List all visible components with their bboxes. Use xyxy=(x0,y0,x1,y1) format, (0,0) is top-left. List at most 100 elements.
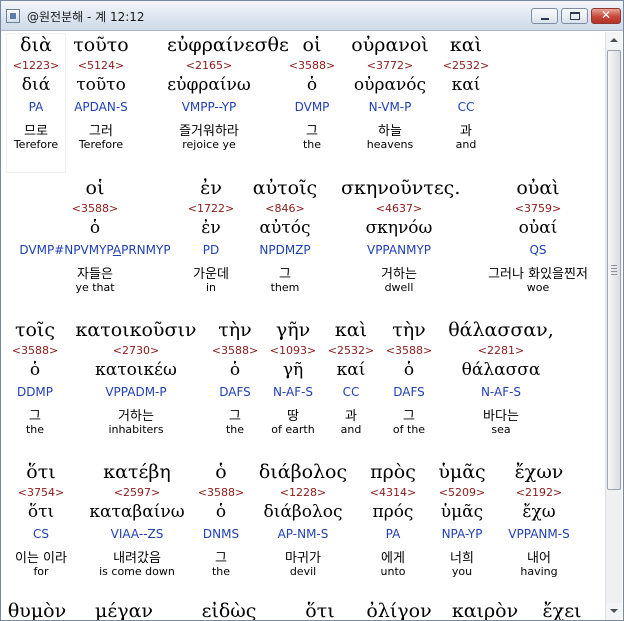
scroll-down-button[interactable] xyxy=(606,603,622,620)
parsing-code: CC xyxy=(457,100,475,114)
korean-gloss: 에게 xyxy=(381,551,405,566)
parsing-code: VIAA--ZS xyxy=(110,527,164,541)
korean-gloss: 그 xyxy=(29,409,41,424)
english-gloss: Terefore xyxy=(78,138,124,151)
strong-number: <3588> xyxy=(11,344,59,357)
english-gloss: woe xyxy=(526,281,550,294)
scroll-thumb[interactable] xyxy=(607,50,621,490)
english-gloss: and xyxy=(340,423,362,436)
english-gloss: inhabiters xyxy=(108,423,164,436)
greek-word: κατέβη xyxy=(103,461,171,483)
arrow-up-icon xyxy=(610,38,618,42)
korean-gloss: 과 xyxy=(345,409,357,424)
english-gloss: having xyxy=(520,565,558,578)
interlinear-content[interactable]: διὰ <1223> διά PA 므로 Terefore τοῦτο <512… xyxy=(3,32,605,620)
greek-word: σκηνοῦντες. xyxy=(341,177,461,199)
lemma: ὁ xyxy=(403,360,415,380)
english-gloss: sea xyxy=(491,423,511,436)
strong-number: <2192> xyxy=(515,486,563,499)
greek-word: ἔχων xyxy=(514,461,564,483)
english-gloss: heavens xyxy=(366,138,414,151)
strong-number: <1722> xyxy=(187,202,235,215)
lemma: γῆ xyxy=(282,360,304,380)
parsing-code: VMPP--YP xyxy=(181,100,237,114)
korean-gloss: 그 xyxy=(403,409,415,424)
korean-gloss: 그 xyxy=(229,409,241,424)
korean-gloss: 가운데 xyxy=(193,267,229,282)
close-icon: ✕ xyxy=(600,8,612,22)
strong-number: <1093> xyxy=(269,344,317,357)
greek-word: γῆν xyxy=(275,319,311,341)
strong-number: <3759> xyxy=(514,202,562,215)
lemma: πρός xyxy=(372,502,414,522)
lemma: ὁ xyxy=(89,218,101,238)
greek-word: θάλασσαν, xyxy=(448,319,554,341)
korean-gloss: 그러나 화있을찐저 xyxy=(488,267,588,282)
lemma: καταβαίνω xyxy=(89,502,185,522)
lemma: ἔχω xyxy=(522,502,556,522)
strong-number: <4637> xyxy=(375,202,423,215)
greek-word: οὐαὶ xyxy=(516,177,560,199)
korean-gloss: 거하는 xyxy=(118,409,154,424)
parsing-code: QS xyxy=(529,243,547,257)
close-button[interactable]: ✕ xyxy=(591,8,621,24)
parsing-code: NPA-YP xyxy=(441,527,483,541)
english-gloss: unto xyxy=(380,565,406,578)
scroll-up-button[interactable] xyxy=(606,32,622,49)
greek-word: ὅτι xyxy=(26,461,56,483)
lemma: τοῦτο xyxy=(76,75,126,95)
greek-word: ὀλίγον xyxy=(366,600,432,620)
grip-line xyxy=(611,265,617,266)
korean-gloss: 내려갔음 xyxy=(113,551,161,566)
interlinear-window: @원전분해 - 계 12:12 ✕ διὰ <1223> διά PA 므로 T… xyxy=(0,0,624,621)
parsing-code: DVMP#NPVMYPAPRNMYP xyxy=(19,243,171,257)
greek-word: καιρὸν xyxy=(451,600,519,620)
greek-word: καὶ xyxy=(449,34,483,56)
lemma: καί xyxy=(451,75,481,95)
maximize-button[interactable] xyxy=(561,8,588,24)
strong-number: <2730> xyxy=(112,344,160,357)
greek-word: τὴν xyxy=(218,319,252,341)
english-gloss: devil xyxy=(289,565,317,578)
strong-number: <2532> xyxy=(442,59,490,72)
lemma: κατοικέω xyxy=(95,360,177,380)
parsing-code: N-AF-S xyxy=(480,385,522,399)
parsing-code: DDMP xyxy=(16,385,54,399)
greek-word: ἔχει xyxy=(542,600,582,620)
korean-gloss: 그 xyxy=(279,267,291,282)
english-gloss: the xyxy=(25,423,45,436)
lemma: αὐτός xyxy=(259,218,311,238)
english-gloss: the xyxy=(225,423,245,436)
strong-number: <3588> xyxy=(211,344,259,357)
greek-word: αὐτοῖς xyxy=(252,177,318,199)
english-gloss: the xyxy=(211,565,231,578)
app-icon[interactable] xyxy=(6,9,20,23)
greek-word: πρὸς xyxy=(370,461,416,483)
strong-number: <846> xyxy=(265,202,305,215)
english-gloss: of the xyxy=(392,423,426,436)
parsing-code: DAFS xyxy=(219,385,251,399)
english-gloss: and xyxy=(455,138,477,151)
parsing-code: N-VM-P xyxy=(368,100,412,114)
greek-word: ἐν xyxy=(200,177,222,199)
greek-word: τὴν xyxy=(392,319,426,341)
greek-word: διάβολος xyxy=(258,461,348,483)
english-gloss: for xyxy=(33,565,49,578)
parsing-code: N-AF-S xyxy=(272,385,314,399)
greek-word: τοῦτο xyxy=(73,34,129,56)
english-gloss: in xyxy=(205,281,217,294)
english-gloss: rejoice ye xyxy=(182,138,236,151)
vertical-scrollbar[interactable] xyxy=(605,32,622,620)
parsing-code: VPPADM-P xyxy=(105,385,167,399)
strong-number: <3772> xyxy=(366,59,414,72)
strong-number: <3588> xyxy=(71,202,119,215)
korean-gloss: 이는 이라 xyxy=(15,551,67,566)
korean-gloss: 너희 xyxy=(450,551,474,566)
korean-gloss: 즐거워하라 xyxy=(179,124,239,139)
greek-word: ὑμᾶς xyxy=(438,461,486,483)
title-bar[interactable]: @원전분해 - 계 12:12 ✕ xyxy=(1,1,623,31)
minimize-button[interactable] xyxy=(531,8,558,24)
strong-number: <2597> xyxy=(113,486,161,499)
lemma: θάλασσα xyxy=(461,360,541,380)
strong-number: <4314> xyxy=(369,486,417,499)
